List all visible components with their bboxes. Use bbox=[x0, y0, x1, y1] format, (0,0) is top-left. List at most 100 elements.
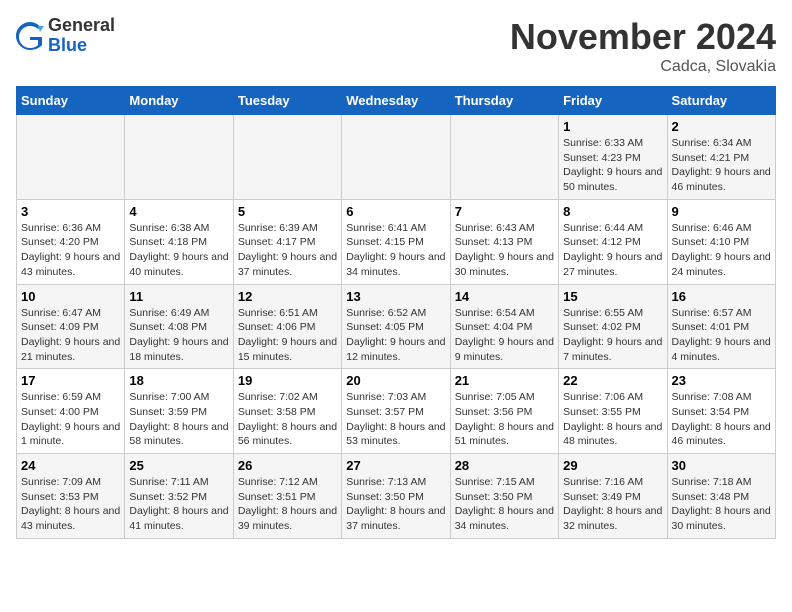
calendar-cell: 30Sunrise: 7:18 AM Sunset: 3:48 PM Dayli… bbox=[667, 454, 775, 539]
day-header-wednesday: Wednesday bbox=[342, 87, 450, 115]
logo-blue-text: Blue bbox=[48, 36, 115, 56]
day-info: Sunrise: 6:36 AM Sunset: 4:20 PM Dayligh… bbox=[21, 221, 120, 280]
calendar-cell: 1 Sunrise: 6:33 AM Sunset: 4:23 PM Daylig… bbox=[559, 115, 667, 200]
day-number: 1 bbox=[563, 119, 662, 134]
calendar-cell: 6 Sunrise: 6:41 AM Sunset: 4:15 PM Daylig… bbox=[342, 199, 450, 284]
calendar-cell: 17 Sunrise: 6:59 AM Sunset: 4:00 PM Dayli… bbox=[17, 369, 125, 454]
day-info: Sunrise: 6:57 AM Sunset: 4:01 PM Dayligh… bbox=[672, 306, 771, 365]
day-header-saturday: Saturday bbox=[667, 87, 775, 115]
calendar-cell: 14Sunrise: 6:54 AM Sunset: 4:04 PM Dayli… bbox=[450, 284, 558, 369]
day-number: 30 bbox=[672, 458, 771, 473]
day-number: 9 bbox=[672, 204, 771, 219]
day-number: 26 bbox=[238, 458, 337, 473]
header-row: SundayMondayTuesdayWednesdayThursdayFrid… bbox=[17, 87, 776, 115]
calendar-cell: 23 Sunrise: 7:08 AM Sunset: 3:54 PM Dayli… bbox=[667, 369, 775, 454]
day-info: Sunrise: 6:39 AM Sunset: 4:17 PM Dayligh… bbox=[238, 221, 337, 280]
day-number: 16 bbox=[672, 289, 771, 304]
day-info: Sunrise: 6:47 AM Sunset: 4:09 PM Dayligh… bbox=[21, 306, 120, 365]
calendar-cell: 21Sunrise: 7:05 AM Sunset: 3:56 PM Dayli… bbox=[450, 369, 558, 454]
title-block: November 2024 Cadca, Slovakia bbox=[510, 16, 776, 76]
day-info: Sunrise: 7:03 AM Sunset: 3:57 PM Dayligh… bbox=[346, 390, 445, 449]
day-info: Sunrise: 7:08 AM Sunset: 3:54 PM Dayligh… bbox=[672, 390, 771, 449]
day-number: 8 bbox=[563, 204, 662, 219]
calendar-cell: 8Sunrise: 6:44 AM Sunset: 4:12 PM Daylig… bbox=[559, 199, 667, 284]
day-info: Sunrise: 6:49 AM Sunset: 4:08 PM Dayligh… bbox=[129, 306, 228, 365]
day-number: 10 bbox=[21, 289, 120, 304]
day-info: Sunrise: 6:33 AM Sunset: 4:23 PM Dayligh… bbox=[563, 136, 662, 195]
day-number: 6 bbox=[346, 204, 445, 219]
calendar-cell: 3 Sunrise: 6:36 AM Sunset: 4:20 PM Daylig… bbox=[17, 199, 125, 284]
day-number: 17 bbox=[21, 373, 120, 388]
day-number: 3 bbox=[21, 204, 120, 219]
day-number: 11 bbox=[129, 289, 228, 304]
day-number: 28 bbox=[455, 458, 554, 473]
day-info: Sunrise: 6:54 AM Sunset: 4:04 PM Dayligh… bbox=[455, 306, 554, 365]
day-info: Sunrise: 7:15 AM Sunset: 3:50 PM Dayligh… bbox=[455, 475, 554, 534]
day-info: Sunrise: 7:09 AM Sunset: 3:53 PM Dayligh… bbox=[21, 475, 120, 534]
day-info: Sunrise: 6:46 AM Sunset: 4:10 PM Dayligh… bbox=[672, 221, 771, 280]
day-info: Sunrise: 7:06 AM Sunset: 3:55 PM Dayligh… bbox=[563, 390, 662, 449]
logo-general-text: General bbox=[48, 16, 115, 36]
calendar-week-1: 1 Sunrise: 6:33 AM Sunset: 4:23 PM Daylig… bbox=[17, 115, 776, 200]
day-number: 18 bbox=[129, 373, 228, 388]
calendar-cell: 7Sunrise: 6:43 AM Sunset: 4:13 PM Daylig… bbox=[450, 199, 558, 284]
calendar-body: 1 Sunrise: 6:33 AM Sunset: 4:23 PM Daylig… bbox=[17, 115, 776, 539]
calendar-week-2: 3 Sunrise: 6:36 AM Sunset: 4:20 PM Daylig… bbox=[17, 199, 776, 284]
day-number: 22 bbox=[563, 373, 662, 388]
day-info: Sunrise: 6:55 AM Sunset: 4:02 PM Dayligh… bbox=[563, 306, 662, 365]
day-info: Sunrise: 6:38 AM Sunset: 4:18 PM Dayligh… bbox=[129, 221, 228, 280]
calendar-cell: 29 Sunrise: 7:16 AM Sunset: 3:49 PM Dayli… bbox=[559, 454, 667, 539]
day-number: 15 bbox=[563, 289, 662, 304]
day-info: Sunrise: 6:41 AM Sunset: 4:15 PM Dayligh… bbox=[346, 221, 445, 280]
day-number: 27 bbox=[346, 458, 445, 473]
day-info: Sunrise: 7:16 AM Sunset: 3:49 PM Dayligh… bbox=[563, 475, 662, 534]
day-info: Sunrise: 6:59 AM Sunset: 4:00 PM Dayligh… bbox=[21, 390, 120, 449]
calendar-cell: 24 Sunrise: 7:09 AM Sunset: 3:53 PM Dayli… bbox=[17, 454, 125, 539]
day-info: Sunrise: 7:02 AM Sunset: 3:58 PM Dayligh… bbox=[238, 390, 337, 449]
calendar-week-4: 17 Sunrise: 6:59 AM Sunset: 4:00 PM Dayli… bbox=[17, 369, 776, 454]
day-number: 19 bbox=[238, 373, 337, 388]
calendar-header: SundayMondayTuesdayWednesdayThursdayFrid… bbox=[17, 87, 776, 115]
calendar-cell: 9 Sunrise: 6:46 AM Sunset: 4:10 PM Daylig… bbox=[667, 199, 775, 284]
day-number: 20 bbox=[346, 373, 445, 388]
calendar-cell: 13Sunrise: 6:52 AM Sunset: 4:05 PM Dayli… bbox=[342, 284, 450, 369]
calendar-cell bbox=[342, 115, 450, 200]
calendar-cell: 11 Sunrise: 6:49 AM Sunset: 4:08 PM Dayli… bbox=[125, 284, 233, 369]
calendar-cell: 20 Sunrise: 7:03 AM Sunset: 3:57 PM Dayli… bbox=[342, 369, 450, 454]
day-number: 29 bbox=[563, 458, 662, 473]
calendar-cell: 27 Sunrise: 7:13 AM Sunset: 3:50 PM Dayli… bbox=[342, 454, 450, 539]
day-header-sunday: Sunday bbox=[17, 87, 125, 115]
calendar-cell: 4Sunrise: 6:38 AM Sunset: 4:18 PM Daylig… bbox=[125, 199, 233, 284]
month-title: November 2024 bbox=[510, 16, 776, 58]
day-header-friday: Friday bbox=[559, 87, 667, 115]
calendar-cell: 26 Sunrise: 7:12 AM Sunset: 3:51 PM Dayli… bbox=[233, 454, 341, 539]
day-number: 2 bbox=[672, 119, 771, 134]
day-number: 21 bbox=[455, 373, 554, 388]
day-info: Sunrise: 7:00 AM Sunset: 3:59 PM Dayligh… bbox=[129, 390, 228, 449]
calendar-cell bbox=[233, 115, 341, 200]
calendar-cell bbox=[450, 115, 558, 200]
calendar-cell: 19 Sunrise: 7:02 AM Sunset: 3:58 PM Dayli… bbox=[233, 369, 341, 454]
day-number: 24 bbox=[21, 458, 120, 473]
location: Cadca, Slovakia bbox=[510, 58, 776, 76]
calendar-table: SundayMondayTuesdayWednesdayThursdayFrid… bbox=[16, 86, 776, 539]
day-info: Sunrise: 6:43 AM Sunset: 4:13 PM Dayligh… bbox=[455, 221, 554, 280]
day-header-tuesday: Tuesday bbox=[233, 87, 341, 115]
day-info: Sunrise: 7:12 AM Sunset: 3:51 PM Dayligh… bbox=[238, 475, 337, 534]
page-header: General Blue November 2024 Cadca, Slovak… bbox=[16, 16, 776, 76]
calendar-week-5: 24 Sunrise: 7:09 AM Sunset: 3:53 PM Dayli… bbox=[17, 454, 776, 539]
day-number: 25 bbox=[129, 458, 228, 473]
day-info: Sunrise: 6:51 AM Sunset: 4:06 PM Dayligh… bbox=[238, 306, 337, 365]
logo-icon bbox=[16, 22, 44, 50]
calendar-cell bbox=[125, 115, 233, 200]
day-header-thursday: Thursday bbox=[450, 87, 558, 115]
calendar-cell: 12Sunrise: 6:51 AM Sunset: 4:06 PM Dayli… bbox=[233, 284, 341, 369]
logo-text: General Blue bbox=[48, 16, 115, 56]
day-number: 13 bbox=[346, 289, 445, 304]
calendar-cell: 5Sunrise: 6:39 AM Sunset: 4:17 PM Daylig… bbox=[233, 199, 341, 284]
calendar-week-3: 10 Sunrise: 6:47 AM Sunset: 4:09 PM Dayli… bbox=[17, 284, 776, 369]
day-info: Sunrise: 7:13 AM Sunset: 3:50 PM Dayligh… bbox=[346, 475, 445, 534]
day-number: 23 bbox=[672, 373, 771, 388]
calendar-cell: 2Sunrise: 6:34 AM Sunset: 4:21 PM Daylig… bbox=[667, 115, 775, 200]
day-info: Sunrise: 7:11 AM Sunset: 3:52 PM Dayligh… bbox=[129, 475, 228, 534]
